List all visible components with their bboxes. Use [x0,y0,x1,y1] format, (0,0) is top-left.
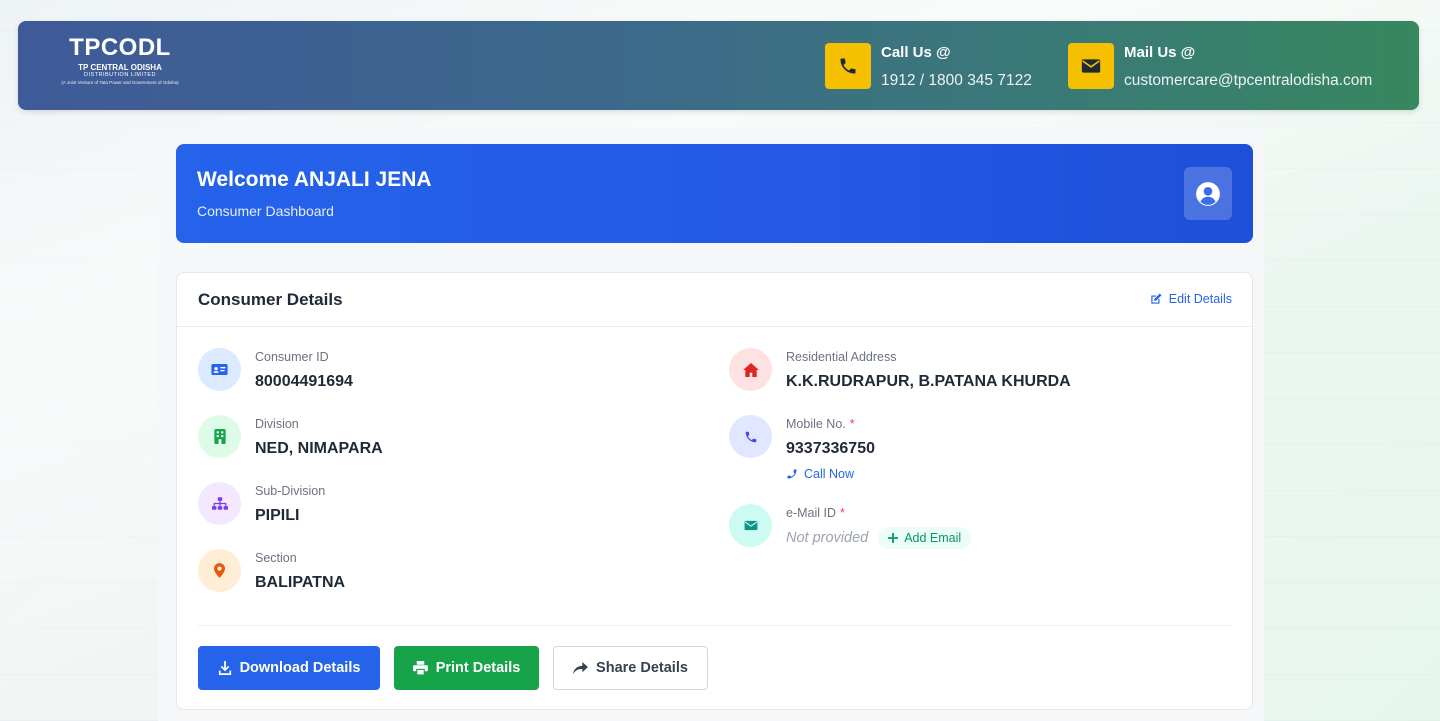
logo-name: TPCODL [69,34,171,61]
envelope-icon [729,504,772,547]
download-details-label: Download Details [239,660,361,676]
sitemap-icon [198,482,241,525]
section-value: BALIPATNA [255,574,346,591]
mobile-label: Mobile No. * [786,417,855,431]
envelope-icon [1068,43,1114,89]
field-email: e-Mail ID * Not provided Add Email [729,504,972,549]
home-icon [729,348,772,391]
divider [198,625,1231,626]
edit-icon [1151,293,1162,304]
consumer-id-value: 80004491694 [255,373,353,390]
field-residential-address: Residential Address K.K.RUDRAPUR, B.PATA… [729,348,1071,392]
field-sub-division: Sub-Division PIPILI [198,482,325,526]
email-value: Not provided Add Email [786,527,972,549]
field-division: Division NED, NIMAPARA [198,415,383,459]
id-card-icon [198,348,241,391]
logo-line2: DISTRIBUTION LIMITED [83,72,157,78]
add-email-label: Add Email [904,531,962,545]
required-marker: * [840,506,845,520]
section-label: Section [255,551,297,565]
field-mobile: Mobile No. * 9337336750 Call Now [729,415,875,481]
address-label: Residential Address [786,350,897,364]
card-header: Consumer Details Edit Details [177,273,1252,327]
sub-division-value: PIPILI [255,507,300,524]
plus-icon [888,533,899,543]
print-details-button[interactable]: Print Details [394,646,539,690]
mail-us-title: Mail Us @ [1124,44,1196,61]
call-now-link[interactable]: Call Now [786,467,875,481]
phone-icon [787,469,797,479]
share-icon [573,661,588,674]
user-circle-icon [1196,181,1220,206]
call-now-label: Call Now [804,467,855,481]
division-label: Division [255,417,299,431]
call-us-contact[interactable]: Call Us @ 1912 / 1800 345 7122 [825,43,1032,91]
edit-details-link[interactable]: Edit Details [1149,292,1232,306]
phone-icon [729,415,772,458]
call-us-title: Call Us @ [881,44,951,61]
site-header: TPCODL TP CENTRAL ODISHA DISTRIBUTION LI… [18,21,1419,110]
print-details-label: Print Details [435,660,521,676]
map-pin-icon [198,549,241,592]
welcome-title: Welcome ANJALI JENA [197,168,432,191]
add-email-button[interactable]: Add Email [878,527,972,549]
card-title: Consumer Details [198,290,343,309]
share-details-label: Share Details [596,660,688,676]
dashboard-panel: Welcome ANJALI JENA Consumer Dashboard C… [158,128,1264,721]
printer-icon [412,661,428,675]
logo-tagline: (A Joint Venture of Tata Power and Gover… [61,80,179,85]
download-icon [218,661,231,675]
field-consumer-id: Consumer ID 80004491694 [198,348,353,392]
consumer-id-label: Consumer ID [255,350,329,364]
field-section: Section BALIPATNA [198,549,345,593]
mail-us-contact[interactable]: Mail Us @ customercare@tpcentralodisha.c… [1068,43,1372,91]
mobile-value: 9337336750 [786,440,875,457]
tpcodl-logo[interactable]: TPCODL TP CENTRAL ODISHA DISTRIBUTION LI… [40,35,200,87]
required-marker: * [849,417,855,431]
email-label: e-Mail ID * [786,506,845,520]
profile-button[interactable] [1184,167,1232,220]
building-icon [198,415,241,458]
phone-icon [825,43,871,89]
edit-details-label: Edit Details [1168,292,1232,306]
email-not-provided: Not provided [786,530,869,546]
welcome-banner: Welcome ANJALI JENA Consumer Dashboard [176,144,1253,243]
call-us-number[interactable]: 1912 / 1800 345 7122 [881,71,1032,91]
division-value: NED, NIMAPARA [255,440,383,457]
consumer-details-card: Consumer Details Edit Details Consumer I… [176,272,1253,710]
logo-line1: TP CENTRAL ODISHA [78,63,162,72]
mail-us-address[interactable]: customercare@tpcentralodisha.com [1124,71,1372,91]
share-details-button[interactable]: Share Details [553,646,708,690]
address-value: K.K.RUDRAPUR, B.PATANA KHURDA [786,373,1071,390]
download-details-button[interactable]: Download Details [198,646,380,690]
welcome-subtitle: Consumer Dashboard [197,203,334,219]
sub-division-label: Sub-Division [255,484,326,498]
